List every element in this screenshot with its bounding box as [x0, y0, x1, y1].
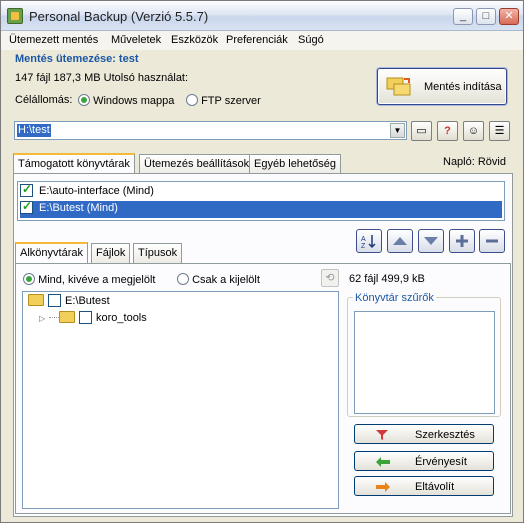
filter-icon [376, 430, 388, 440]
dest-windows-radio[interactable]: Windows mappa [78, 94, 174, 107]
tree-connector [49, 317, 59, 318]
arrow-left-icon [376, 457, 390, 467]
dest-windows-label: Windows mappa [93, 95, 175, 107]
list-item[interactable]: E:\Butest (Mind) [20, 199, 502, 218]
sort-button[interactable]: A Z [356, 229, 382, 253]
tab-subdirectories[interactable]: Alkönyvtárak [15, 242, 88, 263]
menu-help[interactable]: Súgó [298, 34, 324, 46]
svg-text:Z: Z [361, 243, 366, 249]
filter-title: Könyvtár szűrők [353, 292, 436, 304]
log-level-label: Napló: Rövid [443, 156, 506, 168]
move-down-button[interactable] [418, 229, 444, 253]
close-button[interactable]: ✕ [499, 8, 519, 25]
settings-list-button[interactable]: ☰ [489, 121, 510, 141]
triangle-down-icon [424, 237, 438, 245]
checkbox-checked-icon[interactable] [20, 199, 33, 214]
menu-tools[interactable]: Eszközök [171, 34, 218, 46]
remove-button[interactable] [479, 229, 505, 253]
expand-arrow-icon[interactable]: ▷ [39, 314, 49, 323]
title-bar[interactable]: Personal Backup (Verzió 5.5.7) _ □ ✕ [1, 1, 523, 31]
radio-unselected-icon [186, 94, 198, 106]
sort-az-icon: A Z [361, 235, 376, 249]
main-window: Personal Backup (Verzió 5.5.7) _ □ ✕ Üte… [0, 0, 524, 523]
user-icon: ☺ [467, 125, 480, 137]
arrow-right-icon [376, 482, 390, 492]
dir-label: E:\Butest (Mind) [39, 202, 118, 214]
list-settings-icon: ☰ [494, 125, 505, 137]
refresh-icon: ⟲ [325, 272, 335, 284]
menu-scheduled-backup[interactable]: Ütemezett mentés [9, 34, 98, 46]
triangle-up-icon [393, 237, 407, 245]
filter-list[interactable] [354, 311, 495, 414]
only-selected-radio[interactable]: Csak a kijelölt [177, 273, 260, 286]
list-item[interactable]: E:\auto-interface (Mind) [20, 182, 502, 201]
checkbox-unchecked-icon[interactable] [79, 311, 92, 324]
tab-supported-dirs[interactable]: Támogatott könyvtárak [13, 153, 135, 174]
tab-files[interactable]: Fájlok [91, 243, 131, 263]
only-selected-label: Csak a kijelölt [192, 274, 260, 286]
dest-ftp-label: FTP szerver [201, 95, 261, 107]
minus-icon [486, 239, 498, 243]
add-button[interactable] [449, 229, 475, 253]
subdirectory-tree[interactable]: E:\Butest ▷ koro_tools [22, 291, 339, 509]
apply-filter-label: Érvényesít [415, 456, 467, 468]
dest-ftp-radio[interactable]: FTP szerver [186, 94, 261, 107]
drive-icon: ▭ [416, 125, 427, 137]
menu-preferences[interactable]: Preferenciák [226, 34, 288, 46]
folder-icon [28, 294, 44, 306]
move-up-button[interactable] [387, 229, 413, 253]
question-icon: ? [444, 125, 451, 137]
tree-node[interactable]: ▷ koro_tools [39, 311, 147, 327]
remove-filter-label: Eltávolít [415, 481, 455, 493]
start-backup-label: Mentés indítása [424, 81, 502, 93]
menu-operations[interactable]: Műveletek [111, 34, 161, 46]
remove-filter-button[interactable]: Eltávolít [354, 476, 494, 496]
edit-filter-button[interactable]: Szerkesztés [354, 424, 494, 444]
apply-filter-button[interactable]: Érvényesít [354, 451, 494, 471]
tree-node-label: E:\Butest [65, 295, 110, 307]
start-backup-button[interactable]: Mentés indítása [377, 68, 507, 105]
folder-icon [59, 311, 75, 323]
tab-types[interactable]: Típusok [133, 243, 183, 263]
tree-node[interactable]: E:\Butest [28, 294, 110, 310]
directory-list[interactable]: E:\auto-interface (Mind) E:\Butest (Mind… [17, 181, 505, 221]
maximize-button[interactable]: □ [476, 8, 496, 25]
tab-other-options[interactable]: Egyéb lehetőség [249, 154, 341, 174]
path-combobox[interactable]: H:\test ▼ [14, 121, 407, 140]
dir-label: E:\auto-interface (Mind) [39, 185, 154, 197]
radio-selected-icon [78, 94, 90, 106]
schedule-title: Mentés ütemezése: test [15, 53, 139, 65]
edit-filter-label: Szerkesztés [415, 429, 475, 441]
backup-folders-icon [386, 77, 411, 96]
user-button[interactable]: ☺ [463, 121, 484, 141]
svg-text:A: A [361, 236, 366, 243]
all-except-marked-radio[interactable]: Mind, kivéve a megjelölt [23, 273, 155, 286]
tab-schedule-settings[interactable]: Ütemezés beállítások [139, 154, 255, 174]
checkbox-checked-icon[interactable] [20, 182, 33, 197]
radio-selected-icon [23, 273, 35, 285]
refresh-button[interactable]: ⟲ [321, 269, 339, 287]
radio-unselected-icon [177, 273, 189, 285]
app-icon [7, 8, 23, 24]
destination-label: Célállomás: [15, 94, 73, 106]
minimize-button[interactable]: _ [453, 8, 473, 25]
chevron-down-icon[interactable]: ▼ [390, 123, 405, 138]
help-button[interactable]: ? [437, 121, 458, 141]
all-except-marked-label: Mind, kivéve a megjelölt [38, 274, 156, 286]
drive-button[interactable]: ▭ [411, 121, 432, 141]
tree-node-label: koro_tools [96, 312, 147, 324]
plus-icon [456, 235, 468, 247]
checkbox-unchecked-icon[interactable] [48, 294, 61, 307]
menu-bar: Ütemezett mentés Műveletek Eszközök Pref… [1, 31, 523, 50]
path-value: H:\test [17, 124, 51, 137]
window-title: Personal Backup (Verzió 5.5.7) [29, 9, 209, 24]
subdir-stats: 62 fájl 499,9 kB [349, 273, 425, 285]
backup-info: 147 fájl 187,3 MB Utolsó használat: [15, 72, 189, 84]
